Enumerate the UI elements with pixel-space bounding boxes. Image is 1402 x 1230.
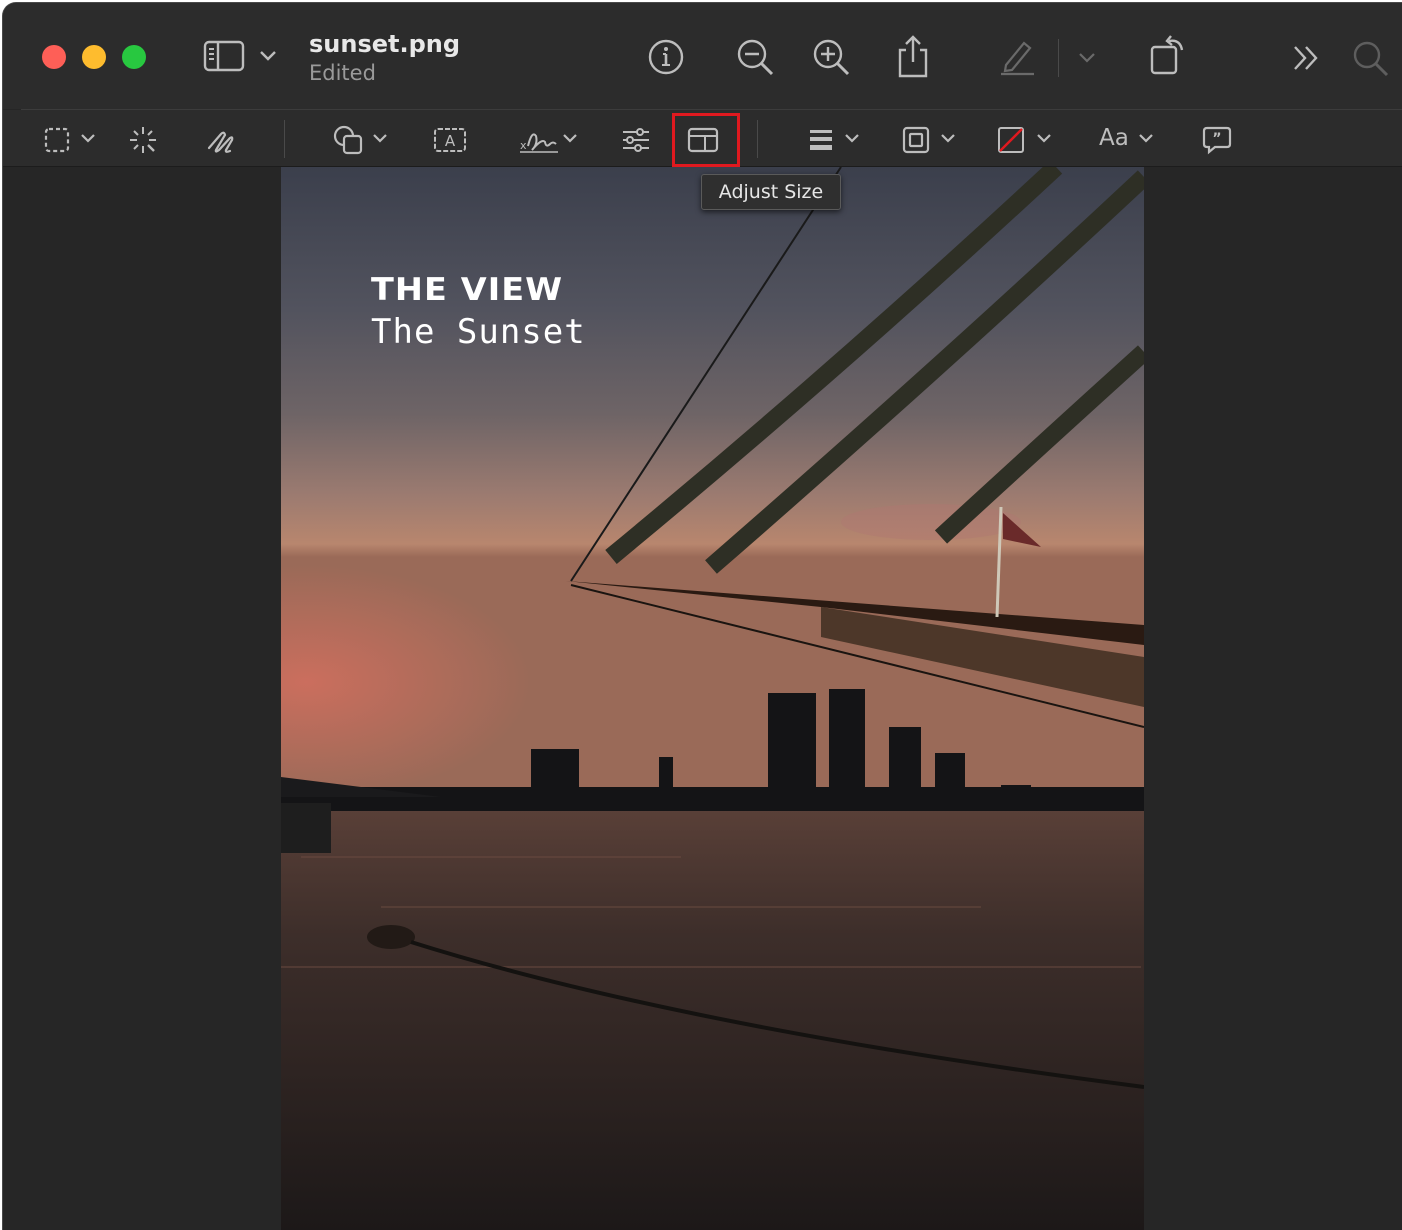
toolbar-separator <box>757 120 758 158</box>
text-box-icon[interactable]: A <box>433 126 467 154</box>
zoom-in-icon[interactable] <box>811 37 851 77</box>
chevron-down-icon[interactable] <box>843 132 861 144</box>
image-heading: THE VIEW <box>371 272 564 308</box>
rotate-icon[interactable] <box>1147 33 1189 77</box>
share-icon[interactable] <box>895 33 931 79</box>
svg-text:x: x <box>520 139 527 152</box>
document-status: Edited <box>309 61 376 85</box>
toolbar-separator <box>284 120 285 158</box>
note-icon[interactable]: ” <box>1201 125 1233 155</box>
instant-alpha-icon[interactable] <box>128 125 158 155</box>
chevron-down-icon[interactable] <box>1137 132 1155 144</box>
text-style-icon[interactable]: Aa <box>1099 125 1129 151</box>
preview-window: sunset.png Edited A x Aa ” THE VIEW The … <box>2 2 1402 1230</box>
sketch-icon[interactable] <box>206 126 238 156</box>
adjust-size-tooltip: Adjust Size <box>701 174 841 210</box>
fill-color-icon[interactable] <box>997 126 1025 154</box>
zoom-out-icon[interactable] <box>735 37 775 77</box>
chevron-down-icon[interactable] <box>561 132 579 144</box>
text-style-label: Aa <box>1099 125 1129 151</box>
chevron-down-icon[interactable] <box>1035 132 1053 144</box>
chevron-down-icon[interactable] <box>939 132 957 144</box>
close-button[interactable] <box>42 45 66 69</box>
chevron-down-icon[interactable] <box>1077 51 1097 65</box>
signature-icon[interactable]: x <box>518 126 560 156</box>
more-icon[interactable] <box>1290 43 1322 73</box>
svg-text:”: ” <box>1212 131 1221 147</box>
search-icon[interactable] <box>1351 39 1391 79</box>
shapes-icon[interactable] <box>333 124 365 156</box>
chevron-down-icon[interactable] <box>371 132 389 144</box>
highlight-annotation <box>672 113 740 167</box>
sidebar-icon[interactable] <box>203 39 245 73</box>
title-bar: sunset.png Edited <box>3 3 1402 109</box>
adjust-color-icon[interactable] <box>621 126 651 154</box>
document-title-block: sunset.png Edited <box>309 29 460 87</box>
fullscreen-button[interactable] <box>122 45 146 69</box>
selection-icon[interactable] <box>43 126 71 154</box>
border-color-icon[interactable] <box>902 126 930 154</box>
document-title[interactable]: sunset.png <box>309 29 460 59</box>
markup-pen-icon[interactable] <box>998 37 1038 77</box>
chevron-down-icon[interactable] <box>258 49 278 63</box>
svg-text:A: A <box>445 132 456 150</box>
line-style-icon[interactable] <box>808 128 834 152</box>
image-subheading: The Sunset <box>371 312 586 352</box>
document-image[interactable]: THE VIEW The Sunset <box>281 167 1144 1230</box>
chevron-down-icon[interactable] <box>79 132 97 144</box>
minimize-button[interactable] <box>82 45 106 69</box>
toolbar-separator <box>1058 39 1059 77</box>
info-icon[interactable] <box>646 37 686 77</box>
